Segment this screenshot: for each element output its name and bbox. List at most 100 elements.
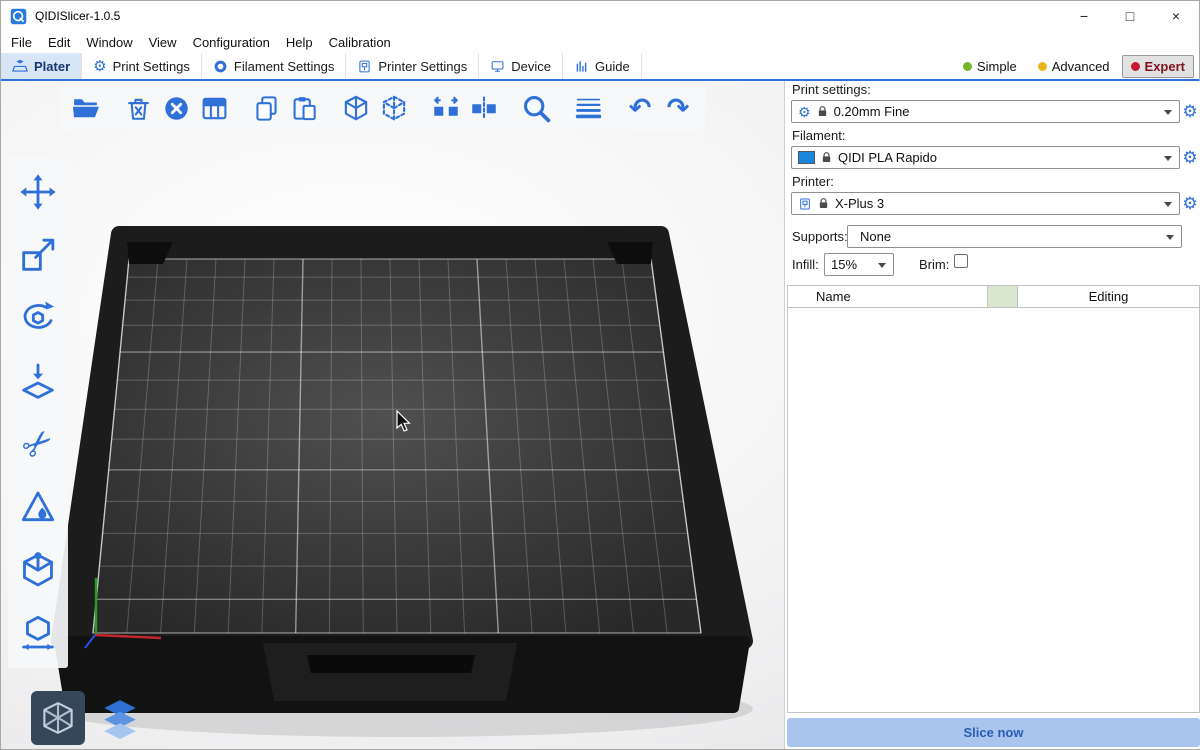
brim-label: Brim: xyxy=(919,257,949,272)
add-instance-button[interactable] xyxy=(339,90,373,126)
mode-expert[interactable]: Expert xyxy=(1122,55,1194,78)
window-controls: − □ × xyxy=(1061,1,1199,31)
filament-value: QIDI PLA Rapido xyxy=(838,150,937,165)
tab-print-settings-label: Print Settings xyxy=(113,59,190,74)
place-on-face-button[interactable] xyxy=(15,358,61,404)
main-area: ↶ ↷ ✂ Print settings: xyxy=(1,81,1199,749)
sidebar: Print settings: ⚙ 0.20mm Fine ⚙ Filament… xyxy=(784,81,1200,749)
supports-value: None xyxy=(860,229,891,244)
printer-combo[interactable]: X-Plus 3 xyxy=(791,192,1180,215)
tab-filament-settings[interactable]: Filament Settings xyxy=(202,53,346,79)
paint-supports-button[interactable] xyxy=(15,484,61,530)
open-button[interactable] xyxy=(69,90,103,126)
arrange-button[interactable] xyxy=(197,90,231,126)
minimize-button[interactable]: − xyxy=(1061,1,1107,31)
mode-simple[interactable]: Simple xyxy=(954,55,1026,78)
menu-window[interactable]: Window xyxy=(78,31,140,53)
lock-icon xyxy=(820,151,833,164)
menu-bar: File Edit Window View Configuration Help… xyxy=(1,31,1199,53)
3d-viewport[interactable]: ↶ ↷ ✂ xyxy=(1,81,784,749)
delete-button[interactable] xyxy=(121,90,155,126)
tab-plater-label: Plater xyxy=(34,59,70,74)
menu-configuration[interactable]: Configuration xyxy=(185,31,278,53)
filament-label: Filament: xyxy=(792,128,845,143)
printer-value: X-Plus 3 xyxy=(835,196,884,211)
tab-print-settings[interactable]: ⚙ Print Settings xyxy=(82,53,202,79)
paste-button[interactable] xyxy=(287,90,321,126)
cut-button[interactable]: ✂ xyxy=(15,421,61,467)
title-bar: QIDISlicer-1.0.5 − □ × xyxy=(1,1,1199,31)
scale-button[interactable] xyxy=(15,232,61,278)
menu-calibration[interactable]: Calibration xyxy=(321,31,399,53)
printer-label: Printer: xyxy=(792,174,834,189)
mode-advanced[interactable]: Advanced xyxy=(1029,55,1119,78)
move-button[interactable] xyxy=(15,169,61,215)
copy-button[interactable] xyxy=(249,90,283,126)
tab-device[interactable]: Device xyxy=(479,53,563,79)
seam-button[interactable] xyxy=(15,547,61,593)
supports-label: Supports: xyxy=(792,229,848,244)
filament-gear-button[interactable]: ⚙ xyxy=(1180,146,1200,169)
search-button[interactable] xyxy=(519,90,553,126)
filament-combo[interactable]: QIDI PLA Rapido xyxy=(791,146,1180,169)
tab-guide[interactable]: Guide xyxy=(563,53,642,79)
printer-gear-button[interactable]: ⚙ xyxy=(1180,192,1200,215)
split-objects-button[interactable] xyxy=(429,90,463,126)
lock-icon xyxy=(817,197,830,210)
guide-icon xyxy=(574,59,589,74)
print-settings-combo[interactable]: ⚙ 0.20mm Fine xyxy=(791,100,1180,123)
variable-layer-height-button[interactable] xyxy=(571,90,605,126)
tab-filament-settings-label: Filament Settings xyxy=(234,59,334,74)
supports-combo[interactable]: None xyxy=(847,225,1182,248)
column-name: Name xyxy=(788,286,988,307)
menu-help[interactable]: Help xyxy=(278,31,321,53)
column-color xyxy=(988,286,1018,307)
undo-button[interactable]: ↶ xyxy=(623,90,657,126)
print-settings-gear-button[interactable]: ⚙ xyxy=(1180,100,1200,123)
lock-icon xyxy=(816,105,829,118)
print-settings-icon: ⚙ xyxy=(93,59,106,74)
tab-bar: Plater ⚙ Print Settings Filament Setting… xyxy=(1,53,1199,81)
infill-value: 15% xyxy=(831,257,857,272)
preview-button[interactable] xyxy=(93,691,147,745)
brim-checkbox[interactable] xyxy=(954,254,968,268)
simple-mode-dot-icon xyxy=(963,62,972,71)
measure-button[interactable] xyxy=(15,610,61,656)
device-icon xyxy=(490,59,505,74)
mode-expert-label: Expert xyxy=(1145,59,1185,74)
printer-icon xyxy=(798,197,812,211)
print-settings-value: 0.20mm Fine xyxy=(834,104,910,119)
plater-icon xyxy=(12,58,28,74)
3d-editor-view-button[interactable] xyxy=(31,691,85,745)
redo-button[interactable]: ↷ xyxy=(661,90,695,126)
object-list[interactable]: Name Editing xyxy=(787,285,1200,713)
slice-now-button[interactable]: Slice now xyxy=(787,718,1200,747)
tab-printer-settings[interactable]: Printer Settings xyxy=(346,53,479,79)
infill-combo[interactable]: 15% xyxy=(824,253,894,276)
tab-plater[interactable]: Plater xyxy=(1,53,82,79)
filament-icon xyxy=(213,59,228,74)
menu-file[interactable]: File xyxy=(3,31,40,53)
mode-simple-label: Simple xyxy=(977,59,1017,74)
menu-edit[interactable]: Edit xyxy=(40,31,78,53)
rotate-button[interactable] xyxy=(15,295,61,341)
app-window: QIDISlicer-1.0.5 − □ × File Edit Window … xyxy=(0,0,1200,750)
gear-icon: ⚙ xyxy=(798,105,811,119)
menu-view[interactable]: View xyxy=(141,31,185,53)
print-bed[interactable] xyxy=(1,81,784,749)
printer-icon xyxy=(357,59,372,74)
delete-all-button[interactable] xyxy=(159,90,193,126)
print-settings-label: Print settings: xyxy=(792,82,871,97)
app-logo-icon xyxy=(10,8,27,25)
mode-switcher: Simple Advanced Expert xyxy=(954,53,1199,79)
close-button[interactable]: × xyxy=(1153,1,1199,31)
mode-advanced-label: Advanced xyxy=(1052,59,1110,74)
maximize-button[interactable]: □ xyxy=(1107,1,1153,31)
object-list-header: Name Editing xyxy=(788,286,1199,308)
top-toolbar: ↶ ↷ xyxy=(59,86,705,130)
remove-instance-button[interactable] xyxy=(377,90,411,126)
split-parts-button[interactable] xyxy=(467,90,501,126)
tab-printer-settings-label: Printer Settings xyxy=(378,59,467,74)
view-toggle xyxy=(31,691,147,745)
expert-mode-dot-icon xyxy=(1131,62,1140,71)
